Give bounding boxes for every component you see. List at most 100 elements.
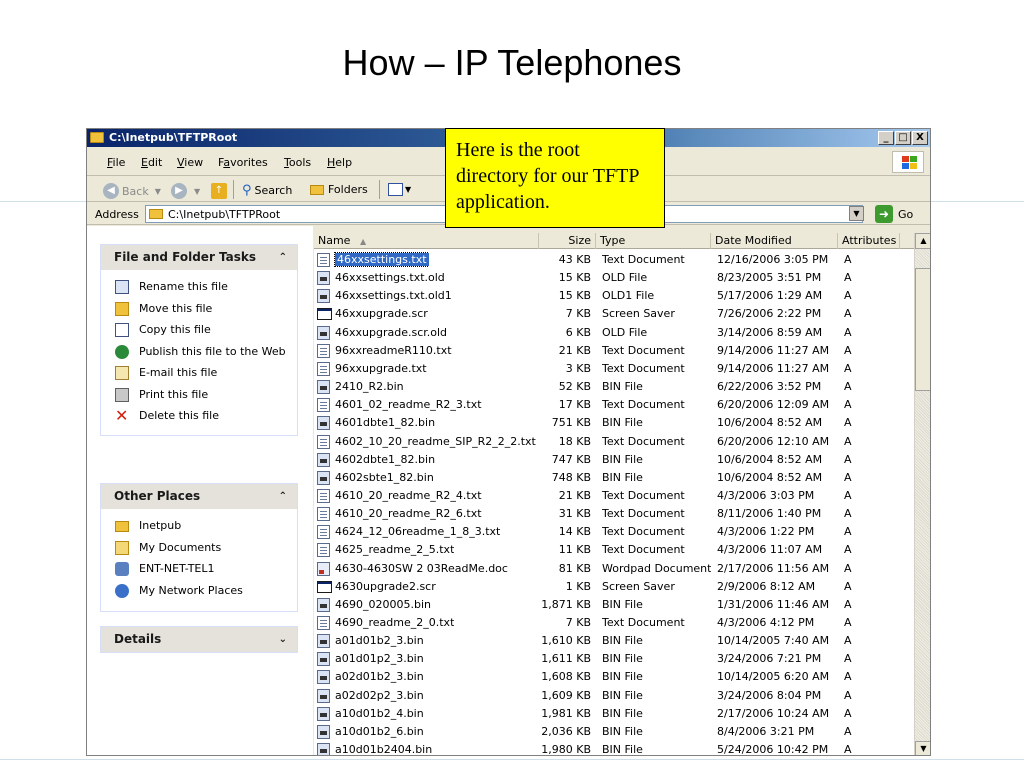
up-folder-button[interactable]: ↑ bbox=[211, 183, 230, 199]
file-date-modified: 2/17/2006 10:24 AM bbox=[717, 706, 830, 720]
table-row[interactable]: a10d01b2_4.bin 1,981 KB BIN File 2/17/2006 … bbox=[314, 705, 914, 723]
file-name: 4625_readme_2_5.txt bbox=[335, 543, 455, 557]
file-size: 2,036 KB bbox=[541, 724, 591, 738]
panel-header[interactable]: File and Folder Tasks ⌃ bbox=[101, 245, 297, 270]
table-row[interactable]: a01d01p2_3.bin 1,611 KB BIN File 3/24/2006 … bbox=[314, 650, 914, 668]
task-email[interactable]: E-mail this file bbox=[101, 362, 297, 384]
collapse-icon[interactable]: ⌃ bbox=[279, 484, 287, 509]
table-row[interactable]: a10d01b2404.bin 1,980 KB BIN File 5/24/2006… bbox=[314, 741, 914, 756]
scroll-up-button[interactable]: ▲ bbox=[915, 233, 930, 249]
address-dropdown-button[interactable]: ▼ bbox=[849, 206, 864, 221]
collapse-icon[interactable]: ⌃ bbox=[279, 245, 287, 270]
column-size[interactable]: Size bbox=[539, 233, 596, 249]
scroll-down-button[interactable]: ▼ bbox=[915, 741, 930, 755]
file-date-modified: 3/14/2006 8:59 AM bbox=[717, 325, 823, 339]
task-delete[interactable]: ✕ Delete this file bbox=[101, 405, 297, 427]
table-row[interactable]: 4602dbte1_82.bin 747 KB BIN File 10/6/2004 … bbox=[314, 451, 914, 469]
binary-file-icon bbox=[317, 289, 330, 304]
chevron-down-icon: ▼ bbox=[154, 186, 161, 196]
delete-icon: ✕ bbox=[115, 406, 129, 425]
place-network[interactable]: My Network Places bbox=[101, 580, 297, 602]
column-type[interactable]: Type bbox=[596, 233, 711, 249]
table-row[interactable]: a02d01b2_3.bin 1,608 KB BIN File 10/14/2005… bbox=[314, 668, 914, 686]
file-attributes: A bbox=[844, 434, 852, 448]
table-row[interactable]: 96xxupgrade.txt 3 KB Text Document 9/14/200… bbox=[314, 360, 914, 378]
menu-view[interactable]: View bbox=[177, 156, 203, 169]
menu-help[interactable]: Help bbox=[327, 156, 352, 169]
back-button[interactable]: ◀ Back ▼ bbox=[103, 183, 161, 199]
task-print[interactable]: Print this file bbox=[101, 384, 297, 406]
binary-file-icon bbox=[317, 597, 330, 612]
folder-icon bbox=[310, 184, 324, 195]
file-date-modified: 12/16/2006 3:05 PM bbox=[717, 253, 829, 266]
menu-favorites[interactable]: Favorites bbox=[218, 156, 268, 169]
maximize-button[interactable]: □ bbox=[895, 131, 911, 145]
table-row[interactable]: 46xxsettings.txt.old 15 KB OLD File 8/23/20… bbox=[314, 269, 914, 287]
table-row[interactable]: 96xxreadmeR110.txt 21 KB Text Document 9/14… bbox=[314, 342, 914, 360]
file-size: 43 KB bbox=[558, 253, 591, 266]
table-row[interactable]: 4690_020005.bin 1,871 KB BIN File 1/31/2006… bbox=[314, 596, 914, 614]
menu-file[interactable]: File bbox=[107, 156, 125, 169]
column-name[interactable]: Name ▲ bbox=[314, 233, 539, 249]
views-button[interactable]: ▼ bbox=[388, 183, 411, 196]
table-row[interactable]: a02d02p2_3.bin 1,609 KB BIN File 3/24/2006 … bbox=[314, 687, 914, 705]
table-row[interactable]: 4610_20_readme_R2_6.txt 31 KB Text Documen… bbox=[314, 505, 914, 523]
table-row[interactable]: 4610_20_readme_R2_4.txt 21 KB Text Documen… bbox=[314, 487, 914, 505]
table-row[interactable]: 4601dbte1_82.bin 751 KB BIN File 10/6/2004 … bbox=[314, 414, 914, 432]
rename-icon bbox=[115, 280, 129, 294]
table-row[interactable]: 4624_12_06readme_1_8_3.txt 14 KB Text Docu… bbox=[314, 523, 914, 541]
table-row[interactable]: 4601_02_readme_R2_3.txt 17 KB Text Documen… bbox=[314, 396, 914, 414]
file-type: Text Document bbox=[602, 343, 685, 357]
task-publish[interactable]: Publish this file to the Web bbox=[101, 341, 297, 363]
table-row[interactable]: 4602_10_20_readme_SIP_R2_2_2.txt 18 KB Tex… bbox=[314, 433, 914, 451]
folders-button[interactable]: Folders bbox=[310, 183, 368, 196]
table-row[interactable]: 4625_readme_2_5.txt 11 KB Text Document 4/3… bbox=[314, 541, 914, 559]
minimize-button[interactable]: _ bbox=[878, 131, 894, 145]
forward-button[interactable]: ▶ ▼ bbox=[171, 183, 200, 199]
place-inetpub[interactable]: Inetpub bbox=[101, 515, 297, 537]
go-arrow-icon[interactable]: ➜ bbox=[875, 205, 893, 223]
search-button[interactable]: ⚲ Search bbox=[242, 183, 292, 198]
expand-icon[interactable]: ⌄ bbox=[279, 627, 287, 652]
place-my-documents[interactable]: My Documents bbox=[101, 537, 297, 559]
table-row[interactable]: 4602sbte1_82.bin 748 KB BIN File 10/6/2004 … bbox=[314, 469, 914, 487]
table-row[interactable]: 4630upgrade2.scr 1 KB Screen Saver 2/9/2006… bbox=[314, 578, 914, 596]
file-date-modified: 10/6/2004 8:52 AM bbox=[717, 452, 823, 466]
file-date-modified: 5/24/2006 10:42 PM bbox=[717, 743, 829, 756]
menu-tools[interactable]: Tools bbox=[284, 156, 311, 169]
file-size: 747 KB bbox=[551, 452, 591, 466]
task-move[interactable]: Move this file bbox=[101, 298, 297, 320]
table-row[interactable]: 46xxsettings.txt.old1 15 KB OLD1 File 5/17/… bbox=[314, 287, 914, 305]
file-size: 1,871 KB bbox=[541, 597, 591, 611]
details-panel: Details ⌄ bbox=[100, 626, 298, 653]
file-type: BIN File bbox=[602, 452, 643, 466]
place-computer[interactable]: ENT-NET-TEL1 bbox=[101, 558, 297, 580]
task-rename[interactable]: Rename this file bbox=[101, 276, 297, 298]
file-attributes: A bbox=[844, 525, 852, 539]
table-row[interactable]: a01d01b2_3.bin 1,610 KB BIN File 10/14/2005… bbox=[314, 632, 914, 650]
panel-header[interactable]: Other Places ⌃ bbox=[101, 484, 297, 509]
file-size: 52 KB bbox=[558, 380, 591, 394]
panel-header[interactable]: Details ⌄ bbox=[101, 627, 297, 652]
table-row[interactable]: 4690_readme_2_0.txt 7 KB Text Document 4/3/… bbox=[314, 614, 914, 632]
table-row[interactable]: 2410_R2.bin 52 KB BIN File 6/22/2006 3:52 P… bbox=[314, 378, 914, 396]
column-date-modified[interactable]: Date Modified bbox=[711, 233, 838, 249]
task-copy[interactable]: Copy this file bbox=[101, 319, 297, 341]
scroll-thumb[interactable] bbox=[915, 268, 930, 391]
table-row[interactable]: 4630-4630SW 2 03ReadMe.doc 81 KB Wordpad D… bbox=[314, 560, 914, 578]
menu-edit[interactable]: Edit bbox=[141, 156, 162, 169]
table-row[interactable]: 46xxupgrade.scr.old 6 KB OLD File 3/14/2006… bbox=[314, 324, 914, 342]
table-row[interactable]: a10d01b2_6.bin 2,036 KB BIN File 8/4/2006 3… bbox=[314, 723, 914, 741]
close-button[interactable]: X bbox=[912, 131, 928, 145]
file-name: 4602dbte1_82.bin bbox=[335, 452, 436, 466]
file-size: 1,608 KB bbox=[541, 670, 591, 684]
table-row[interactable]: 46xxsettings.txt 43 KB Text Document 12/16/… bbox=[314, 251, 914, 269]
file-name: 46xxsettings.txt.old bbox=[335, 271, 445, 285]
file-date-modified: 2/9/2006 8:12 AM bbox=[717, 579, 816, 593]
file-type: BIN File bbox=[602, 670, 643, 684]
go-button[interactable]: Go bbox=[898, 208, 913, 221]
vertical-scrollbar[interactable]: ▲ ▼ bbox=[914, 233, 930, 755]
column-attributes[interactable]: Attributes bbox=[838, 233, 900, 249]
table-row[interactable]: 46xxupgrade.scr 7 KB Screen Saver 7/26/2006… bbox=[314, 305, 914, 323]
file-date-modified: 4/3/2006 3:03 PM bbox=[717, 488, 815, 502]
